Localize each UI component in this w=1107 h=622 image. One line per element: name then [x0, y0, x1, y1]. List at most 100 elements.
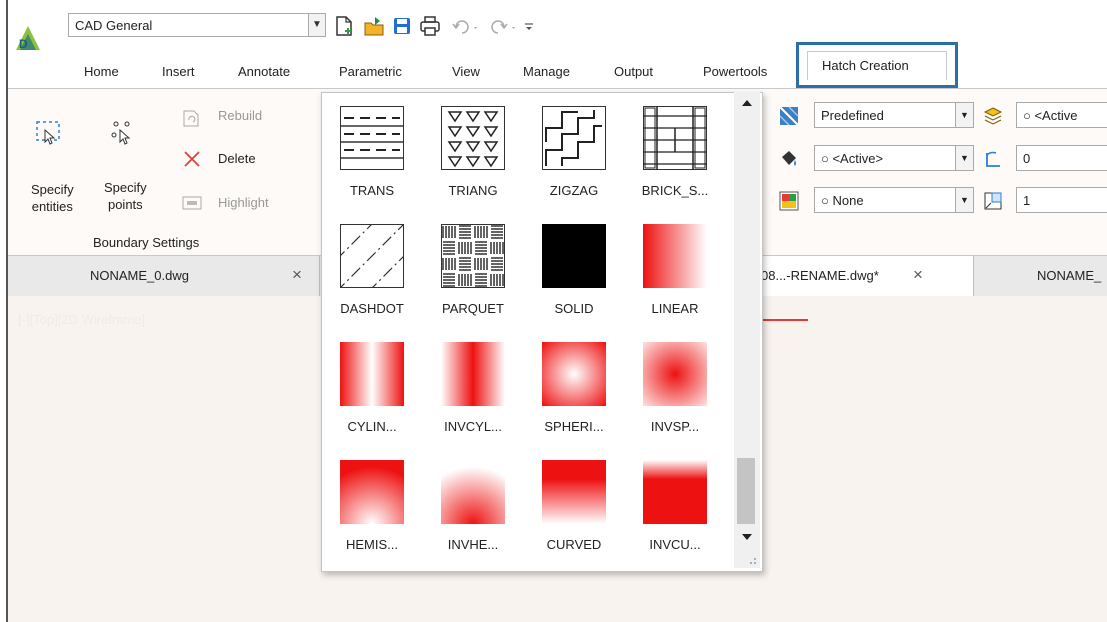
specify-entities-button[interactable]: Specify entities: [31, 181, 74, 215]
workspace-select[interactable]: CAD General ▼: [68, 13, 326, 37]
pattern-solid[interactable]: SOLID: [528, 214, 628, 332]
pattern-invsp[interactable]: INVSP...: [629, 332, 729, 450]
pattern-label: DASHDOT: [340, 301, 404, 316]
chevron-down-icon[interactable]: ▼: [308, 14, 325, 36]
open-file-icon[interactable]: [363, 15, 385, 37]
tab-output[interactable]: Output: [614, 64, 653, 79]
layer-select[interactable]: ○ <Active: [1016, 102, 1107, 128]
workspace-select-value: CAD General: [75, 18, 153, 33]
pattern-hemis[interactable]: HEMIS...: [326, 450, 426, 568]
pattern-label: BRICK_S...: [641, 183, 709, 198]
hatch-color-value: ○ <Active>: [821, 151, 884, 166]
gallery-scrollbar[interactable]: [734, 92, 760, 568]
close-icon[interactable]: ×: [913, 265, 923, 285]
pattern-invcu[interactable]: INVCU...: [629, 450, 729, 568]
tab-view[interactable]: View: [452, 64, 480, 79]
pattern-swatch: [441, 342, 505, 406]
pattern-curved[interactable]: CURVED: [528, 450, 628, 568]
pattern-linear[interactable]: LINEAR: [629, 214, 729, 332]
layers-icon: [983, 107, 1003, 125]
pattern-zigzag[interactable]: ZIGZAG: [528, 96, 628, 214]
angle-icon: [986, 151, 1000, 167]
viewport-label[interactable]: [-][Top][2D Wireframe]: [18, 312, 145, 327]
pattern-dashdot[interactable]: DASHDOT: [326, 214, 426, 332]
new-file-icon[interactable]: [333, 15, 355, 37]
print-icon[interactable]: [419, 15, 441, 37]
pattern-label: CURVED: [546, 537, 602, 552]
resize-grip-icon[interactable]: [747, 555, 757, 565]
layer-value: ○ <Active: [1023, 108, 1078, 123]
angle-input[interactable]: 0: [1016, 145, 1107, 171]
hatch-pattern-gallery: TRANS TRIANG ZIGZAG BRICK_S... DASHDOT PARQUE…: [321, 92, 763, 572]
specify-entities-line2: entities: [31, 199, 73, 214]
highlight-button[interactable]: Highlight: [218, 195, 269, 210]
scale-input[interactable]: 1: [1016, 187, 1107, 213]
doc-tab-label: 08...-RENAME.dwg*: [761, 268, 879, 283]
pattern-triang[interactable]: TRIANG: [427, 96, 527, 214]
specify-points-line1: Specify: [104, 180, 147, 195]
background-color-select[interactable]: ○ None ▼: [814, 187, 974, 213]
delete-button[interactable]: Delete: [218, 151, 256, 166]
scale-value: 1: [1023, 193, 1031, 208]
pattern-swatch: [643, 460, 707, 524]
background-color-icon: [779, 191, 799, 211]
pattern-cylin[interactable]: CYLIN...: [326, 332, 426, 450]
redo-icon[interactable]: [488, 15, 522, 37]
x-axis-line: [762, 319, 808, 321]
pattern-label: TRIANG: [448, 183, 498, 198]
rebuild-button[interactable]: Rebuild: [218, 108, 262, 123]
pattern-trans[interactable]: TRANS: [326, 96, 426, 214]
chevron-down-icon[interactable]: ▼: [955, 103, 973, 127]
delete-icon: [184, 151, 200, 167]
pattern-invhe[interactable]: INVHE...: [427, 450, 527, 568]
background-color-value: ○ None: [821, 193, 864, 208]
close-icon[interactable]: ×: [292, 265, 302, 285]
specify-points-line2: points: [107, 197, 143, 212]
scrollbar-thumb[interactable]: [737, 458, 755, 524]
pattern-swatch: [542, 460, 606, 524]
pattern-swatch: [441, 106, 505, 170]
pattern-swatch: [441, 224, 505, 288]
tab-parametric[interactable]: Parametric: [339, 64, 402, 79]
rebuild-icon: [183, 110, 199, 127]
pattern-label: SPHERI...: [544, 419, 604, 434]
pattern-swatch: [542, 106, 606, 170]
tab-insert[interactable]: Insert: [162, 64, 195, 79]
customize-icon[interactable]: [522, 15, 536, 37]
specify-points-button[interactable]: Specify points: [104, 179, 147, 213]
pattern-label: HEMIS...: [345, 537, 398, 552]
select-entities-icon[interactable]: [35, 118, 63, 146]
doc-tab-rename[interactable]: 08...-RENAME.dwg* ×: [760, 256, 974, 296]
pattern-brick[interactable]: BRICK_S...: [629, 96, 729, 214]
highlight-icon: [182, 196, 202, 210]
hatch-color-text: <Active>: [832, 151, 884, 166]
chevron-down-icon[interactable]: ▼: [955, 146, 973, 170]
undo-icon[interactable]: [450, 15, 484, 37]
tab-manage[interactable]: Manage: [523, 64, 570, 79]
tab-home[interactable]: Home: [84, 64, 119, 79]
pattern-swatch: [335, 219, 409, 293]
pattern-parquet[interactable]: PARQUET: [427, 214, 527, 332]
save-icon[interactable]: [391, 15, 413, 37]
doc-tab-noname-0[interactable]: NONAME_0.dwg ×: [8, 256, 320, 296]
select-points-icon[interactable]: [108, 118, 136, 146]
pattern-label: LINEAR: [651, 301, 699, 316]
scroll-up-icon[interactable]: [741, 98, 753, 108]
tab-hatch-creation[interactable]: Hatch Creation: [796, 42, 958, 88]
pattern-swatch: [643, 106, 707, 170]
doc-tab-noname-next[interactable]: NONAME_: [975, 256, 1107, 296]
pattern-swatch: [542, 342, 606, 406]
chevron-down-icon[interactable]: ▼: [955, 188, 973, 212]
hatch-type-select[interactable]: Predefined ▼: [814, 102, 974, 128]
tab-powertools[interactable]: Powertools: [703, 64, 767, 79]
pattern-swatch: [643, 342, 707, 406]
hatch-color-select[interactable]: ○ <Active> ▼: [814, 145, 974, 171]
boundary-settings-panel-title: Boundary Settings: [93, 235, 200, 250]
scroll-down-icon[interactable]: [741, 532, 753, 542]
doc-tab-label: NONAME_: [1037, 268, 1102, 283]
pattern-spheri[interactable]: SPHERI...: [528, 332, 628, 450]
angle-value: 0: [1023, 151, 1031, 166]
tab-annotate[interactable]: Annotate: [238, 64, 290, 79]
pattern-invcyl[interactable]: INVCYL...: [427, 332, 527, 450]
app-logo-icon: D: [16, 26, 40, 51]
